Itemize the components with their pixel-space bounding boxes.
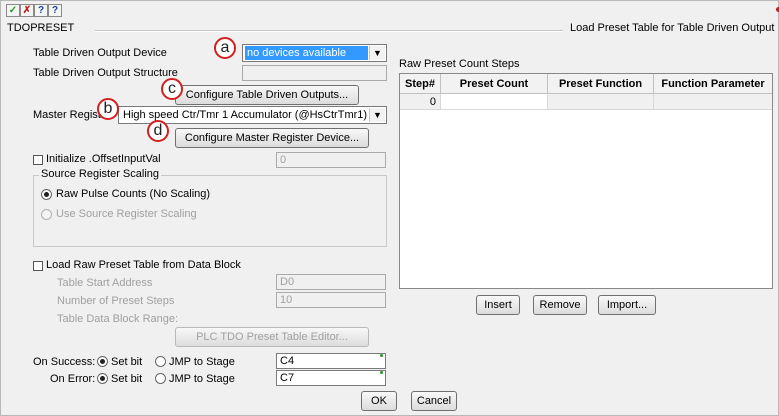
init-offset-checkbox[interactable] — [33, 155, 43, 165]
error-field[interactable]: C7 — [276, 370, 386, 386]
tdo-structure-field — [242, 65, 387, 81]
checkmark-icon[interactable]: ✓ — [6, 4, 20, 17]
success-setbit-radio[interactable] — [97, 356, 108, 367]
on-error-label: On Error: — [50, 373, 96, 385]
configure-master-button[interactable]: Configure Master Register Device... — [175, 128, 369, 148]
remove-button[interactable]: Remove — [533, 295, 587, 315]
annotation-c: c — [161, 78, 183, 100]
group-title: TDOPRESET — [7, 22, 75, 34]
group-right-title: Load Preset Table for Table Driven Outpu… — [570, 22, 775, 34]
tdo-device-select[interactable]: no devices available ▼ — [242, 44, 387, 62]
load-raw-checkbox[interactable] — [33, 261, 43, 271]
use-source-label: Use Source Register Scaling — [56, 208, 197, 220]
annotation-b: b — [97, 98, 119, 120]
table-cell-function-parameter[interactable] — [654, 94, 772, 110]
error-jmp-radio[interactable] — [155, 373, 166, 384]
table-start-field: D0 — [276, 274, 386, 290]
init-offset-label: Initialize .OffsetInputVal — [46, 153, 161, 165]
tdo-structure-label: Table Driven Output Structure — [33, 67, 178, 79]
use-source-radio[interactable] — [41, 209, 52, 220]
error-jmp-label: JMP to Stage — [169, 373, 235, 385]
valid-indicator — [380, 371, 383, 374]
annotation-a: a — [214, 37, 236, 59]
data-block-range-label: Table Data Block Range: — [57, 313, 179, 325]
tdopreset-dialog: ✓ ✗ ? ? TDOPRESET Load Preset Table for … — [0, 0, 779, 416]
error-setbit-radio[interactable] — [97, 373, 108, 384]
num-steps-label: Number of Preset Steps — [57, 295, 175, 307]
x-icon[interactable]: ✗ — [20, 4, 34, 17]
raw-pulse-label: Raw Pulse Counts (No Scaling) — [56, 188, 211, 200]
load-raw-label: Load Raw Preset Table from Data Block — [46, 259, 241, 271]
on-success-label: On Success: — [33, 356, 96, 368]
table-cell-step: 0 — [400, 94, 441, 110]
init-offset-field: 0 — [276, 152, 386, 168]
tdo-device-value: no devices available — [245, 46, 368, 60]
insert-button[interactable]: Insert — [476, 295, 520, 315]
success-jmp-label: JMP to Stage — [169, 356, 235, 368]
table-start-label: Table Start Address — [57, 277, 153, 289]
error-setbit-label: Set bit — [111, 373, 143, 385]
success-field[interactable]: C4 — [276, 353, 386, 369]
num-steps-field: 10 — [276, 292, 386, 308]
context-help-icon[interactable]: ? — [48, 4, 62, 17]
annotation-d: d — [147, 120, 169, 142]
chevron-down-icon[interactable]: ▼ — [369, 108, 385, 122]
help-icon[interactable]: ? — [34, 4, 48, 17]
column-header-preset-count[interactable]: Preset Count — [441, 74, 548, 94]
column-header-preset-function[interactable]: Preset Function — [548, 74, 654, 94]
group-divider — [95, 30, 563, 32]
import-button[interactable]: Import... — [598, 295, 656, 315]
table-cell-preset-function[interactable] — [548, 94, 654, 110]
column-header-function-parameter[interactable]: Function Parameter — [654, 74, 772, 94]
tdo-device-label: Table Driven Output Device — [33, 47, 167, 59]
raw-steps-title: Raw Preset Count Steps — [399, 58, 520, 70]
ok-button[interactable]: OK — [361, 391, 397, 411]
plc-editor-button[interactable]: PLC TDO Preset Table Editor... — [175, 327, 369, 347]
column-header-step[interactable]: Step# — [400, 74, 441, 94]
chevron-down-icon[interactable]: ▼ — [369, 46, 385, 60]
valid-indicator — [380, 354, 383, 357]
success-jmp-radio[interactable] — [155, 356, 166, 367]
source-scaling-title: Source Register Scaling — [39, 168, 162, 180]
cancel-button[interactable]: Cancel — [411, 391, 457, 411]
configure-tdo-button[interactable]: Configure Table Driven Outputs... — [175, 85, 359, 105]
raw-pulse-radio[interactable] — [41, 189, 52, 200]
table-cell-preset-count[interactable] — [441, 94, 548, 110]
success-setbit-label: Set bit — [111, 356, 143, 368]
preset-steps-grid[interactable]: Step# Preset Count Preset Function Funct… — [399, 73, 773, 289]
